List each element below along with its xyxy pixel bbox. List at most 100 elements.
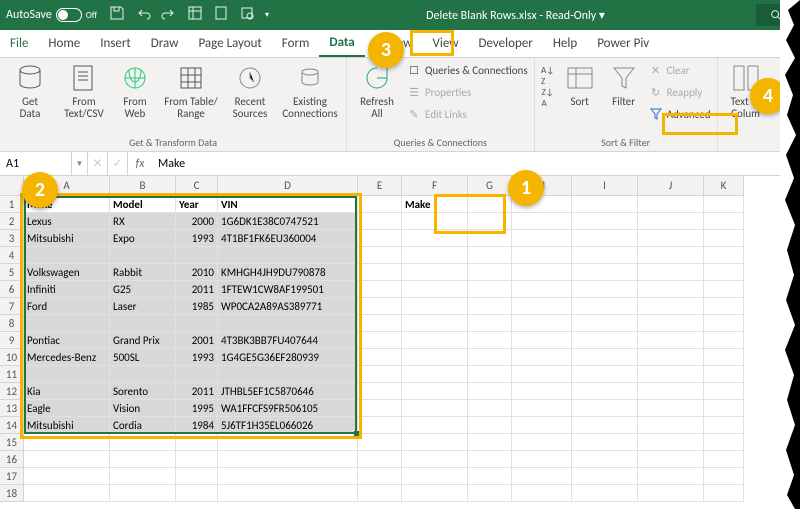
cell[interactable]	[704, 315, 744, 332]
cell[interactable]	[218, 485, 358, 502]
cell[interactable]	[512, 315, 572, 332]
cell[interactable]	[402, 366, 468, 383]
cell[interactable]	[638, 366, 704, 383]
cell[interactable]	[176, 451, 218, 468]
cell[interactable]	[402, 213, 468, 230]
cell[interactable]	[358, 485, 402, 502]
cell[interactable]: 5J6TF1H35EL066026	[218, 417, 358, 434]
col-header[interactable]: K	[704, 176, 744, 196]
cell[interactable]	[572, 468, 638, 485]
existing-connections-button[interactable]: Existing Connections	[280, 60, 340, 120]
row-header[interactable]: 8	[0, 315, 24, 332]
cell[interactable]: WA1FFCFS9FR506105	[218, 400, 358, 417]
cell[interactable]	[402, 434, 468, 451]
cell[interactable]	[512, 264, 572, 281]
undo-icon[interactable]	[135, 5, 151, 25]
cell[interactable]	[512, 213, 572, 230]
cell[interactable]	[512, 434, 572, 451]
cell[interactable]	[468, 315, 512, 332]
cell[interactable]	[704, 247, 744, 264]
cell[interactable]	[468, 332, 512, 349]
cell[interactable]	[24, 434, 110, 451]
cell[interactable]	[176, 485, 218, 502]
tab-page-layout[interactable]: Page Layout	[188, 30, 271, 57]
cell[interactable]	[358, 468, 402, 485]
cell[interactable]	[512, 298, 572, 315]
cell[interactable]	[638, 349, 704, 366]
tab-insert[interactable]: Insert	[90, 30, 141, 57]
cell[interactable]	[24, 451, 110, 468]
cell[interactable]	[402, 281, 468, 298]
form-icon[interactable]	[187, 5, 203, 25]
cell[interactable]	[638, 332, 704, 349]
row-header[interactable]: 2	[0, 213, 24, 230]
cell[interactable]	[638, 230, 704, 247]
cell[interactable]	[704, 230, 744, 247]
tab-power-pivot[interactable]: Power Piv	[587, 30, 659, 57]
cell[interactable]	[358, 417, 402, 434]
edit-links-button[interactable]: ✎Edit Links	[407, 104, 528, 124]
cell[interactable]: G25	[110, 281, 176, 298]
cell[interactable]	[358, 349, 402, 366]
cell[interactable]	[572, 485, 638, 502]
cell[interactable]	[468, 451, 512, 468]
cell[interactable]: RX	[110, 213, 176, 230]
cell[interactable]	[468, 417, 512, 434]
cell[interactable]	[402, 230, 468, 247]
row-header[interactable]: 12	[0, 383, 24, 400]
row-header[interactable]: 14	[0, 417, 24, 434]
cell[interactable]	[572, 383, 638, 400]
autosave-toggle[interactable]: AutoSave Off	[0, 8, 103, 22]
cell[interactable]: Year	[176, 196, 218, 213]
cell[interactable]	[512, 451, 572, 468]
cell[interactable]	[704, 383, 744, 400]
col-header[interactable]: D	[218, 176, 358, 196]
cell[interactable]: Pontiac	[24, 332, 110, 349]
cell[interactable]	[468, 485, 512, 502]
cell[interactable]: Make	[402, 196, 468, 213]
col-header[interactable]: E	[358, 176, 402, 196]
cell[interactable]: Volkswagen	[24, 264, 110, 281]
cell[interactable]: Mercedes-Benz	[24, 349, 110, 366]
row-header[interactable]: 16	[0, 451, 24, 468]
cell[interactable]: Ford	[24, 298, 110, 315]
cell[interactable]: Kia	[24, 383, 110, 400]
cell[interactable]	[512, 383, 572, 400]
cell[interactable]: Cordia	[110, 417, 176, 434]
cell[interactable]: 1993	[176, 230, 218, 247]
cell[interactable]	[358, 264, 402, 281]
tab-view[interactable]: View	[422, 30, 468, 57]
cell[interactable]	[572, 298, 638, 315]
col-header[interactable]: I	[572, 176, 638, 196]
cell[interactable]: Lexus	[24, 213, 110, 230]
cell[interactable]	[512, 400, 572, 417]
cell[interactable]	[572, 434, 638, 451]
cell[interactable]: Laser	[110, 298, 176, 315]
cell[interactable]	[638, 264, 704, 281]
cell[interactable]	[358, 298, 402, 315]
cell[interactable]	[402, 247, 468, 264]
cell[interactable]	[638, 434, 704, 451]
cell[interactable]	[468, 349, 512, 366]
cell[interactable]	[402, 349, 468, 366]
tab-help[interactable]: Help	[543, 30, 587, 57]
cell[interactable]: VIN	[218, 196, 358, 213]
queries-connections-button[interactable]: ☐Queries & Connections	[407, 60, 528, 80]
cell[interactable]	[176, 468, 218, 485]
cell[interactable]	[572, 315, 638, 332]
cell[interactable]	[704, 451, 744, 468]
row-header[interactable]: 9	[0, 332, 24, 349]
cell[interactable]	[704, 366, 744, 383]
cell[interactable]	[358, 400, 402, 417]
sort-az-button[interactable]: A↓Z	[541, 66, 555, 86]
cell[interactable]	[704, 400, 744, 417]
cell[interactable]	[358, 451, 402, 468]
cell[interactable]	[176, 366, 218, 383]
cell[interactable]	[402, 298, 468, 315]
cell[interactable]	[218, 468, 358, 485]
cell[interactable]	[704, 434, 744, 451]
cell[interactable]	[468, 298, 512, 315]
cell[interactable]: 2011	[176, 383, 218, 400]
cell[interactable]: Eagle	[24, 400, 110, 417]
cell[interactable]: 1G6DK1E38C0747521	[218, 213, 358, 230]
